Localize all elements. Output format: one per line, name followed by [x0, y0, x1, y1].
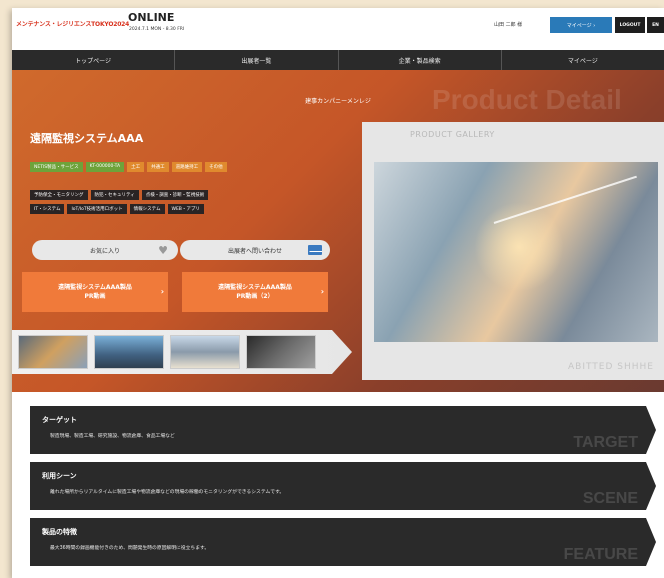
- mail-icon: [308, 245, 322, 255]
- logo-text: メンテナンス・レジリエンスTOKYO2024: [16, 21, 130, 28]
- heart-icon: ♥: [158, 244, 168, 257]
- section-title: ターゲット: [42, 416, 77, 424]
- event-logo[interactable]: メンテナンス・レジリエンスTOKYO2024: [16, 19, 129, 28]
- gallery-thumbnails: [12, 330, 352, 374]
- keyword-tag[interactable]: 予防保全・モニタリング: [30, 190, 88, 200]
- contact-label: 出展者へ問い合わせ: [227, 247, 282, 255]
- keyword-tag[interactable]: IoT/IoT技術活用ロボット: [67, 204, 127, 214]
- language-en-button[interactable]: EN: [647, 17, 664, 33]
- product-gallery: PRODUCT GALLERY ABITTED SHHHE: [362, 122, 664, 380]
- gallery-main-image[interactable]: [374, 162, 658, 342]
- section-title: 利用シーン: [42, 472, 77, 480]
- favorite-button[interactable]: お気に入り ♥: [32, 240, 178, 260]
- section-text: 製造現場、製造工場、研究施設、物流倉庫、食品工場など: [50, 434, 175, 439]
- gallery-label: PRODUCT GALLERY: [410, 130, 495, 139]
- section-watermark: SCENE: [582, 490, 638, 507]
- pr-video-subtitle: PR動画（2）: [236, 293, 274, 300]
- nav-item-top[interactable]: トップページ: [12, 50, 176, 70]
- contact-exhibitor-button[interactable]: 出展者へ問い合わせ: [180, 240, 330, 260]
- tag-work-type: 共通工: [147, 162, 169, 172]
- tag-work-type: 道路維持工: [171, 162, 203, 172]
- section-watermark: FEATURE: [563, 546, 638, 563]
- category-tags: NETIS製品・サービス KT-000000-TA 土工 共通工 道路維持工 そ…: [30, 162, 227, 172]
- pr-video-button-1[interactable]: 遠隔監視システムAAA製品 PR動画 ›: [22, 272, 168, 312]
- site-header: メンテナンス・レジリエンスTOKYO2024 ONLINE 2024.7.1 M…: [12, 8, 664, 42]
- section-target: ターゲット 製造現場、製造工場、研究施設、物流倉庫、食品工場など TARGET: [30, 406, 656, 454]
- keyword-tags: 予防保全・モニタリング 防犯・セキュリティ 点検・調査・診断・監視技術: [30, 190, 209, 200]
- favorite-label: お気に入り: [89, 247, 120, 255]
- gallery-footer: ABITTED SHHHE: [567, 362, 654, 372]
- gallery-thumbnail[interactable]: [246, 335, 316, 369]
- chevron-right-icon: ›: [320, 287, 324, 296]
- keyword-tag[interactable]: 防犯・セキュリティ: [90, 190, 139, 200]
- keyword-tag[interactable]: WEB・アプリ: [167, 204, 204, 214]
- online-label: ONLINE: [128, 11, 175, 24]
- chevron-right-icon: ›: [160, 287, 164, 296]
- nav-item-exhibitors[interactable]: 出展者一覧: [175, 50, 339, 70]
- product-title: 遠隔監視システムAAA: [30, 132, 144, 145]
- tag-netis: NETIS製品・サービス: [30, 162, 83, 172]
- image-graph-line: [493, 175, 637, 224]
- pr-video-subtitle: PR動画: [84, 293, 106, 300]
- section-text: 離れた場所からリアルタイムに製造工場や物流倉庫などの現場の稼働のモニタリングがで…: [50, 490, 285, 495]
- nav-item-search[interactable]: 企業・製品検索: [339, 50, 502, 70]
- pr-video-title: 遠隔監視システムAAA製品: [58, 284, 132, 291]
- gallery-thumbnail[interactable]: [170, 335, 240, 369]
- main-nav: トップページ 出展者一覧 企業・製品検索 マイページ: [12, 50, 664, 70]
- keyword-tags: IT・システム IoT/IoT技術活用ロボット 情報システム WEB・アプリ: [30, 204, 204, 214]
- section-scene: 利用シーン 離れた場所からリアルタイムに製造工場や物流倉庫などの現場の稼働のモニ…: [30, 462, 656, 510]
- pr-video-button-2[interactable]: 遠隔監視システムAAA製品 PR動画（2） ›: [182, 272, 328, 312]
- company-name[interactable]: 建事カンパニーメンレジ: [12, 96, 664, 105]
- gallery-thumbnail[interactable]: [18, 335, 88, 369]
- section-text: 最大36時間の録画機能付きのため、問題発生時の原因解明に役立ちます。: [50, 546, 210, 551]
- tag-work-type: 土工: [127, 162, 145, 172]
- page-frame: メンテナンス・レジリエンスTOKYO2024 ONLINE 2024.7.1 M…: [12, 8, 664, 578]
- pr-video-title: 遠隔監視システムAAA製品: [218, 284, 292, 291]
- tag-netis-code: KT-000000-TA: [85, 162, 125, 172]
- keyword-tag[interactable]: IT・システム: [30, 204, 65, 214]
- mypage-button[interactable]: マイページ ›: [550, 17, 612, 33]
- nav-item-mypage[interactable]: マイページ: [502, 50, 664, 70]
- section-title: 製品の特徴: [42, 528, 77, 536]
- tag-work-type: その他: [205, 162, 227, 172]
- user-name: 山田 二郎 様: [494, 22, 523, 28]
- keyword-tag[interactable]: 情報システム: [129, 204, 165, 214]
- logout-button[interactable]: LOGOUT: [615, 17, 645, 33]
- section-watermark: TARGET: [573, 434, 638, 451]
- gallery-thumbnail[interactable]: [94, 335, 164, 369]
- product-hero: Product Detail 建事カンパニーメンレジ 遠隔監視システムAAA N…: [12, 70, 664, 392]
- event-date: 2024.7.1 MON - 8.30 FRI: [129, 27, 185, 32]
- keyword-tag[interactable]: 点検・調査・診断・監視技術: [141, 190, 209, 200]
- section-feature: 製品の特徴 最大36時間の録画機能付きのため、問題発生時の原因解明に役立ちます。…: [30, 518, 656, 566]
